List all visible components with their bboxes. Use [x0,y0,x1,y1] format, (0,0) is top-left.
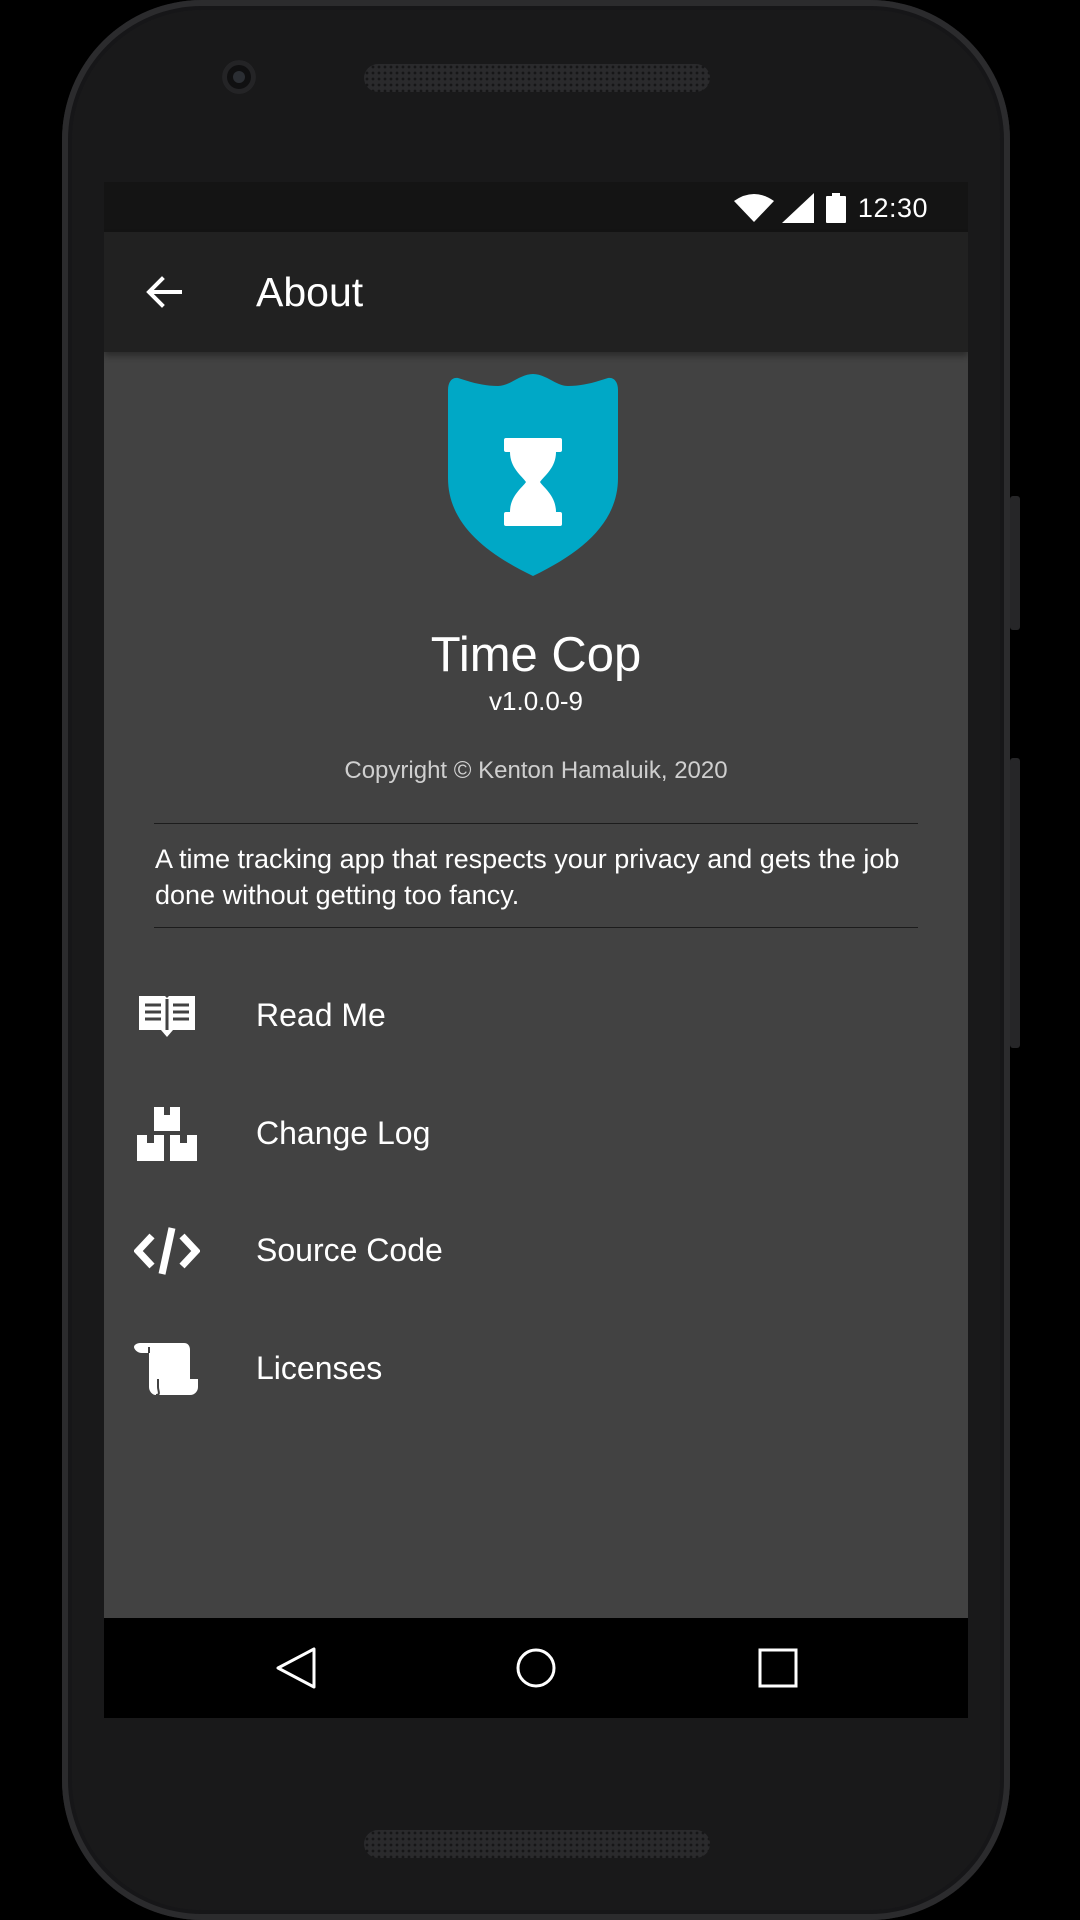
divider [154,823,918,824]
page-title: About [256,269,364,315]
nav-recents-icon [758,1648,798,1688]
code-icon [134,1218,200,1284]
arrow-back-icon [146,276,182,308]
volume-button [1010,496,1020,630]
menu-item-label: Read Me [256,997,386,1033]
divider [154,927,918,928]
nav-back-button[interactable] [272,1644,320,1692]
earpiece-speaker [364,64,710,92]
copyright-text: Copyright © Kenton Hamaluik, 2020 [344,757,728,784]
menu-item-licenses[interactable]: Licenses [104,1310,968,1428]
nav-home-icon [516,1648,556,1688]
menu-item-label: Licenses [256,1349,383,1386]
system-nav-bar [104,1618,968,1718]
screen: 12:30 About Time Cop v1.0.0-9 Copyright … [104,182,968,1718]
book-open-icon [134,983,200,1049]
wifi-icon [733,194,774,222]
menu-item-source-code[interactable]: Source Code [104,1192,968,1310]
shield-hourglass-logo [448,374,618,576]
nav-recents-button[interactable] [754,1644,802,1692]
back-button[interactable] [140,268,188,316]
cell-signal-icon [781,193,814,223]
app-version: v1.0.0-9 [489,686,583,716]
about-content: Time Cop v1.0.0-9 Copyright © Kenton Ham… [104,352,968,1600]
battery-icon [825,193,846,223]
nav-home-button[interactable] [512,1644,560,1692]
menu-item-change-log[interactable]: Change Log [104,1075,968,1193]
menu-item-read-me[interactable]: Read Me [104,957,968,1075]
status-icons: 12:30 [732,192,928,224]
app-name: Time Cop [430,628,642,682]
about-menu: Read Me Change Log Source Code Licenses [104,957,968,1427]
status-time: 12:30 [857,192,928,223]
status-bar: 12:30 [104,182,968,232]
menu-item-label: Change Log [256,1114,431,1151]
front-camera [222,60,256,94]
menu-item-label: Source Code [256,1232,443,1268]
bottom-speaker [364,1830,710,1858]
boxes-icon [134,1101,200,1167]
app-bar: About [104,232,968,352]
app-description: A time tracking app that respects your p… [155,844,900,910]
scroll-icon [134,1336,200,1402]
power-button [1010,758,1020,1048]
nav-back-icon [276,1647,316,1689]
